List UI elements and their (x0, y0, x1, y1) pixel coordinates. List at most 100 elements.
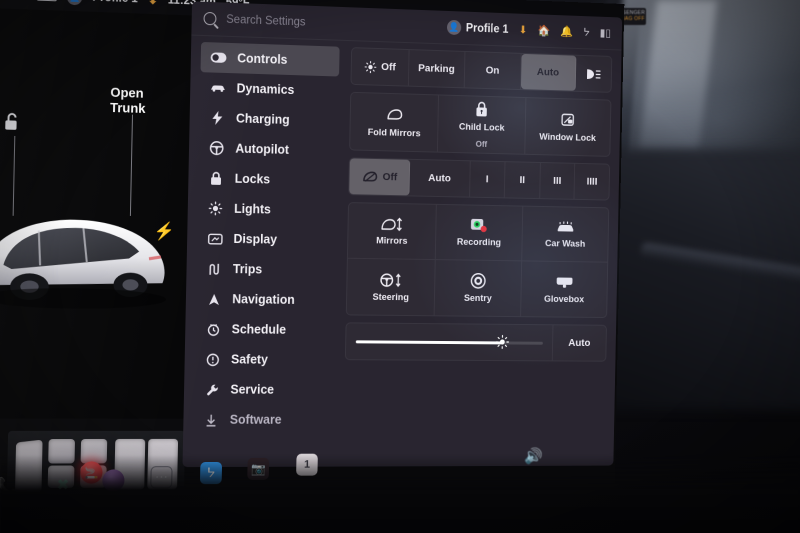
notification-bell-icon[interactable]: 🔔 (560, 25, 573, 38)
sidebar-item-safety[interactable]: Safety (194, 344, 333, 375)
car-visualization[interactable]: Open Trunk ⚡ (0, 8, 194, 493)
wiper-icon (361, 171, 378, 183)
car-wash-button[interactable]: Car Wash (522, 206, 609, 263)
search-settings[interactable]: Search Settings (203, 11, 437, 33)
steering-button[interactable]: Steering (346, 258, 436, 316)
headlights-parking-label: Parking (418, 62, 455, 76)
brightness-row[interactable]: Auto (346, 323, 607, 361)
sidebar-item-schedule[interactable]: Schedule (195, 314, 334, 345)
avatar-icon: 👤 (446, 19, 462, 36)
lock-tiles-row[interactable]: Fold Mirrors Child Lock Off Window Lock (350, 92, 611, 156)
sidebar-item-autopilot[interactable]: Autopilot (199, 133, 338, 166)
wipers-segmented-control[interactable]: Off Auto I II III IIII (349, 158, 609, 199)
brightness-card: Auto (344, 322, 607, 362)
brightness-sun-icon[interactable] (495, 334, 509, 354)
headlights-segmented-control[interactable]: Off Parking On Auto (351, 48, 611, 92)
sentry-button[interactable]: Sentry (434, 260, 523, 317)
sidebar-label: Navigation (232, 292, 295, 307)
wipers-speed-2-button[interactable]: II (504, 162, 541, 199)
unlock-icon[interactable] (3, 111, 22, 137)
headlight-off-icon (364, 60, 377, 73)
battery-percent-label: 46 % (7, 0, 33, 1)
headlights-auto-label: Auto (536, 66, 560, 79)
high-beam-button[interactable] (576, 56, 612, 92)
window-lock-button[interactable]: Window Lock (525, 98, 611, 156)
avatar[interactable]: 👤 (66, 0, 83, 5)
settings-content[interactable]: Off Parking On Auto Fold Mirrors Child L… (339, 41, 622, 467)
mirrors-button[interactable]: Mirrors (347, 203, 437, 261)
child-lock-icon (476, 101, 489, 119)
sidebar-item-software[interactable]: Software (193, 405, 332, 435)
clock-icon (205, 323, 221, 336)
lte-signal-icon[interactable]: ▮▯ (600, 26, 611, 39)
download-icon[interactable]: ⬇ (148, 0, 158, 7)
sidebar-item-trips[interactable]: Trips (196, 253, 335, 285)
headlights-off-button[interactable]: Off (351, 48, 410, 86)
settings-sidebar[interactable]: Controls Dynamics Charging Autopilot Loc… (182, 36, 347, 468)
sidebar-label: Software (229, 412, 282, 427)
sidebar-item-display[interactable]: Display (197, 223, 336, 255)
lower-console (0, 455, 800, 533)
wipers-speed-4-button[interactable]: IIII (575, 164, 609, 200)
window-lock-icon (561, 110, 574, 128)
sidebar-label: Charging (235, 111, 290, 127)
car-3d-render[interactable] (0, 191, 180, 314)
quick-actions-card: Mirrors Recording Car Wash Steering Sent… (345, 202, 610, 319)
lock-tiles-card: Fold Mirrors Child Lock Off Window Lock (349, 91, 612, 157)
wipers-speed-1-button[interactable]: I (469, 161, 506, 198)
window-lock-label: Window Lock (539, 131, 596, 144)
glovebox-label: Glovebox (543, 293, 585, 305)
sidebar-label: Service (230, 382, 275, 397)
download-arrow-icon (203, 413, 219, 426)
bluetooth-icon[interactable]: ᔭ (583, 26, 590, 39)
sidebar-item-dynamics[interactable]: Dynamics (200, 72, 339, 106)
sidebar-item-service[interactable]: Service (194, 374, 333, 405)
steering-wheel-icon (209, 141, 225, 155)
brightness-slider[interactable] (346, 323, 553, 360)
headlights-card: Off Parking On Auto (350, 47, 613, 93)
brightness-track[interactable] (355, 339, 543, 344)
quick-actions-grid[interactable]: Mirrors Recording Car Wash Steering Sent… (346, 203, 609, 317)
sidebar-item-controls[interactable]: Controls (200, 41, 340, 77)
mirror-icon (385, 105, 403, 123)
mirror-adjust-icon (381, 215, 404, 233)
glovebox-button[interactable]: Glovebox (521, 261, 607, 317)
wipers-off-button[interactable]: Off (349, 158, 411, 196)
headlights-auto-button[interactable]: Auto (520, 53, 577, 91)
sidebar-item-locks[interactable]: Locks (198, 163, 337, 196)
display-icon (207, 233, 223, 244)
tesla-touchscreen[interactable]: 46 % 👤 Profile 1 ⬇ 11:23 am 59°F Open Tr… (0, 0, 625, 493)
header-profile[interactable]: 👤 Profile 1 (446, 19, 509, 37)
open-trunk-label[interactable]: Open Trunk (110, 85, 146, 116)
wipers-speed-1-label: I (485, 173, 489, 186)
brightness-auto-button[interactable]: Auto (551, 325, 607, 361)
wipers-auto-button[interactable]: Auto (409, 159, 471, 197)
status-profile-label[interactable]: Profile 1 (92, 0, 138, 5)
headlights-on-button[interactable]: On (464, 51, 522, 90)
child-lock-state: Off (475, 138, 488, 149)
search-input[interactable]: Search Settings (226, 13, 306, 28)
sidebar-label: Autopilot (235, 141, 290, 157)
wipers-speed-4-label: IIII (586, 175, 598, 188)
child-lock-button[interactable]: Child Lock Off (438, 95, 527, 154)
bolt-icon (209, 110, 225, 126)
search-icon (203, 11, 217, 26)
sidebar-item-lights[interactable]: Lights (197, 193, 336, 226)
brightness-fill (355, 339, 503, 344)
settings-panel[interactable]: Search Settings 👤 Profile 1 ⬇ 🏠 🔔 ᔭ ▮▯ C… (182, 1, 623, 468)
dashcam-recording-icon (471, 216, 488, 234)
sidebar-item-charging[interactable]: Charging (199, 102, 338, 136)
header-status-icons: 👤 Profile 1 ⬇ 🏠 🔔 ᔭ ▮▯ (446, 19, 611, 41)
car-wash-label: Car Wash (544, 238, 586, 250)
sidebar-label: Locks (234, 171, 271, 187)
home-icon[interactable]: 🏠 (537, 24, 550, 37)
sidebar-item-navigation[interactable]: Navigation (196, 284, 335, 316)
navigation-arrow-icon (206, 292, 222, 305)
download-icon[interactable]: ⬇ (519, 23, 528, 36)
recording-button[interactable]: Recording (435, 204, 524, 262)
sidebar-label: Schedule (231, 322, 287, 337)
headlights-parking-button[interactable]: Parking (408, 50, 466, 88)
battery-icon (36, 0, 58, 2)
fold-mirrors-button[interactable]: Fold Mirrors (350, 92, 440, 152)
wipers-speed-3-button[interactable]: III (539, 162, 576, 199)
